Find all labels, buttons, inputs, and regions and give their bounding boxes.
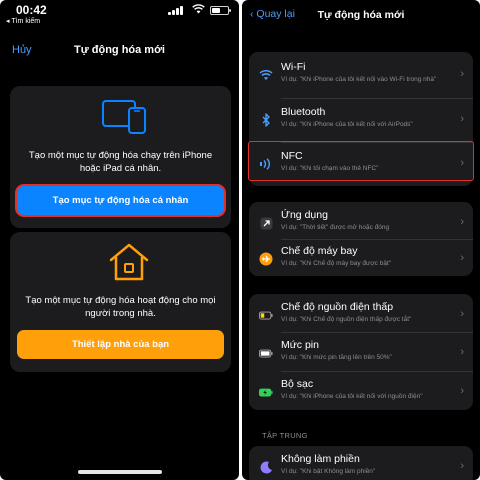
trigger-group-power: Chế độ nguồn điện thấp Ví dụ: "Khi Chế đ… — [249, 294, 473, 410]
trigger-title: Bluetooth — [281, 106, 326, 118]
wifi-status-icon — [192, 4, 205, 17]
low-power-icon — [259, 308, 273, 322]
chevron-right-icon: › — [460, 68, 464, 80]
trigger-title: Bộ sạc — [281, 378, 314, 390]
personal-description: Tạo một mục tự động hóa chạy trên iPhone… — [28, 150, 213, 174]
battery-level-icon — [259, 346, 273, 360]
personal-automation-card: Tạo một mục tự động hóa chạy trên iPhone… — [10, 86, 231, 228]
trigger-row-wifi[interactable]: Wi-Fi Ví dụ: "Khi iPhone của tôi kết nối… — [249, 54, 473, 96]
airplane-icon — [259, 252, 273, 266]
status-time: 00:42 — [16, 3, 47, 17]
chevron-right-icon: › — [460, 385, 464, 397]
bluetooth-icon — [259, 113, 273, 127]
page-title: Tự động hóa mới — [74, 44, 165, 56]
trigger-example: Ví dụ: "Thời tiết" được mở hoặc đóng — [281, 224, 390, 231]
home-indicator — [78, 470, 162, 474]
section-header-focus: TẬP TRUNG — [262, 431, 308, 440]
chevron-right-icon: › — [460, 346, 464, 358]
trigger-example: Ví dụ: "Khi Chế độ máy bay được bật" — [281, 260, 392, 267]
trigger-title: Chế độ nguồn điện thấp — [281, 301, 394, 313]
trigger-row-do-not-disturb[interactable]: Không làm phiền Ví dụ: "Khi bật Không là… — [249, 446, 473, 480]
trigger-example: Ví dụ: "Khi iPhone của tôi kết nối với A… — [281, 121, 413, 128]
chevron-right-icon: › — [460, 113, 464, 125]
home-automation-card: Tạo một mục tự động hóa hoạt động cho mọ… — [10, 232, 231, 372]
setup-home-button[interactable]: Thiết lập nhà của bạn — [17, 330, 224, 359]
left-screen: 00:42 ◂ Tìm kiếm Hủy Tự động hóa mới Tạo… — [0, 0, 239, 480]
nfc-highlight-box — [248, 141, 474, 181]
moon-icon — [259, 460, 273, 474]
trigger-row-charger[interactable]: Bộ sạc Ví dụ: "Khi iPhone của tôi kết nố… — [249, 371, 473, 410]
trigger-title: Ứng dụng — [281, 209, 328, 221]
status-back-link[interactable]: ◂ Tìm kiếm — [6, 17, 40, 25]
chevron-right-icon: › — [460, 308, 464, 320]
trigger-title: Chế độ máy bay — [281, 245, 358, 257]
trigger-example: Ví dụ: "Khi iPhone của tôi kết nối với n… — [281, 393, 423, 400]
trigger-group-focus: Không làm phiền Ví dụ: "Khi bật Không là… — [249, 446, 473, 480]
charger-icon — [259, 385, 273, 399]
battery-status-icon — [210, 6, 231, 15]
trigger-title: Không làm phiền — [281, 453, 360, 465]
page-title: Tự động hóa mới — [317, 9, 405, 21]
trigger-row-battery-level[interactable]: Mức pin Ví dụ: "Khi mức pin tăng lên trê… — [249, 332, 473, 374]
home-description: Tạo một mục tự động hóa hoạt động cho mọ… — [25, 295, 216, 319]
ipad-iphone-icon — [102, 99, 148, 135]
trigger-row-low-power[interactable]: Chế độ nguồn điện thấp Ví dụ: "Khi Chế đ… — [249, 294, 473, 336]
trigger-group-apps: Ứng dụng Ví dụ: "Thời tiết" được mở hoặc… — [249, 202, 473, 276]
right-screen: ‹ Quay lại Tự động hóa mới Wi-Fi Ví dụ: … — [242, 0, 480, 480]
chevron-right-icon: › — [460, 460, 464, 472]
signal-icon — [168, 6, 183, 15]
wifi-icon — [259, 68, 273, 82]
chevron-right-icon: › — [460, 216, 464, 228]
trigger-example: Ví dụ: "Khi mức pin tăng lên trên 50%" — [281, 354, 392, 361]
create-personal-automation-button[interactable]: Tạo mục tự động hóa cá nhân — [17, 186, 224, 215]
trigger-example: Ví dụ: "Khi bật Không làm phiền" — [281, 468, 376, 475]
trigger-title: Mức pin — [281, 339, 319, 351]
chevron-right-icon: › — [460, 252, 464, 264]
trigger-row-bluetooth[interactable]: Bluetooth Ví dụ: "Khi iPhone của tôi kết… — [249, 99, 473, 141]
home-icon — [107, 242, 151, 282]
app-icon — [259, 216, 273, 230]
trigger-row-airplane[interactable]: Chế độ máy bay Ví dụ: "Khi Chế độ máy ba… — [249, 238, 473, 276]
trigger-example: Ví dụ: "Khi Chế độ nguồn điện thấp được … — [281, 316, 412, 323]
trigger-example: Ví dụ: "Khi iPhone của tôi kết nối vào W… — [281, 76, 437, 83]
trigger-title: Wi-Fi — [281, 61, 306, 73]
